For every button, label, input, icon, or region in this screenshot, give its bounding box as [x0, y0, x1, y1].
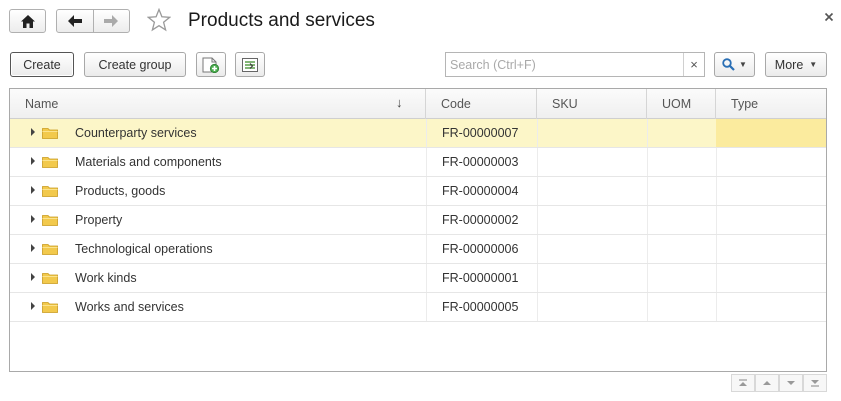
- cell-code: FR-00000006: [442, 242, 519, 256]
- expand-arrow-icon[interactable]: [30, 186, 36, 194]
- scroll-to-top-button[interactable]: [731, 374, 755, 392]
- folder-icon: [42, 186, 58, 197]
- scroll-to-bottom-button[interactable]: [803, 374, 827, 392]
- scroll-up-button[interactable]: [755, 374, 779, 392]
- folder-icon: [42, 215, 58, 226]
- cell-name: Works and services: [75, 300, 184, 314]
- star-icon: [146, 7, 172, 32]
- cell-type: [716, 235, 826, 263]
- search-clear-button[interactable]: ×: [683, 53, 704, 76]
- scroll-down-icon: [787, 381, 795, 385]
- search-icon: [722, 58, 735, 71]
- home-button[interactable]: [9, 9, 46, 33]
- arrow-left-icon: [67, 15, 82, 27]
- folder-icon: [42, 244, 58, 255]
- expand-arrow-icon[interactable]: [30, 244, 36, 252]
- table-row[interactable]: Work kinds FR-00000001: [10, 264, 826, 293]
- search-input[interactable]: [446, 53, 683, 76]
- cell-code: FR-00000002: [442, 213, 519, 227]
- history-navigation: [56, 9, 130, 33]
- list-settings-button[interactable]: [235, 52, 265, 77]
- add-folder-icon: [202, 57, 220, 73]
- cell-name: Counterparty services: [75, 126, 197, 140]
- add-to-favorites-button[interactable]: [146, 7, 172, 34]
- column-header-uom[interactable]: UOM: [647, 89, 716, 119]
- folder-icon: [42, 157, 58, 168]
- table-header: Name ↓ Code SKU UOM Type: [10, 89, 826, 119]
- cell-code: FR-00000004: [442, 184, 519, 198]
- chevron-down-icon: ▼: [809, 60, 818, 69]
- forward-button[interactable]: [92, 10, 129, 32]
- back-button[interactable]: [57, 10, 93, 32]
- column-header-type[interactable]: Type: [716, 89, 826, 119]
- cell-name: Products, goods: [75, 184, 166, 198]
- arrow-right-icon: [104, 15, 119, 27]
- column-name-label: Name: [25, 97, 59, 111]
- table-row[interactable]: Products, goods FR-00000004: [10, 177, 826, 206]
- cell-type: [716, 148, 826, 176]
- column-header-sku[interactable]: SKU: [537, 89, 647, 119]
- expand-arrow-icon[interactable]: [30, 215, 36, 223]
- create-group-button[interactable]: Create group: [84, 52, 186, 77]
- list-settings-icon: [242, 57, 258, 72]
- expand-arrow-icon[interactable]: [30, 302, 36, 310]
- more-button[interactable]: More ▼: [765, 52, 827, 77]
- close-icon: [824, 12, 834, 22]
- home-icon: [20, 14, 35, 28]
- cell-name: Work kinds: [75, 271, 137, 285]
- cell-type: [716, 177, 826, 205]
- cell-type: [716, 293, 826, 321]
- sort-descending-icon: ↓: [396, 95, 403, 110]
- cell-name: Property: [75, 213, 123, 227]
- page-title: Products and services: [188, 10, 375, 31]
- table-row[interactable]: Works and services FR-00000005: [10, 293, 826, 322]
- scroll-to-bottom-icon: [811, 380, 819, 387]
- create-folder-button[interactable]: [196, 52, 226, 77]
- chevron-down-icon: ▼: [739, 60, 747, 69]
- scroll-up-icon: [763, 381, 771, 385]
- scroll-down-button[interactable]: [779, 374, 803, 392]
- expand-arrow-icon[interactable]: [30, 128, 36, 136]
- column-header-name[interactable]: Name ↓: [10, 89, 426, 119]
- products-table[interactable]: Name ↓ Code SKU UOM Type Counterparty se…: [9, 88, 827, 372]
- table-row[interactable]: Counterparty services FR-00000007: [10, 119, 826, 148]
- cell-code: FR-00000003: [442, 155, 519, 169]
- create-button[interactable]: Create: [10, 52, 74, 77]
- expand-arrow-icon[interactable]: [30, 157, 36, 165]
- cell-code: FR-00000007: [442, 126, 519, 140]
- cell-type: [716, 264, 826, 292]
- table-row[interactable]: Technological operations FR-00000006: [10, 235, 826, 264]
- table-row[interactable]: Property FR-00000002: [10, 206, 826, 235]
- scroll-to-top-icon: [739, 379, 747, 386]
- cell-name: Technological operations: [75, 242, 213, 256]
- cell-code: FR-00000005: [442, 300, 519, 314]
- cell-type: [716, 206, 826, 234]
- search-options-button[interactable]: ▼: [714, 52, 755, 77]
- folder-icon: [42, 273, 58, 284]
- cell-type: [716, 119, 826, 147]
- more-label: More: [774, 57, 804, 72]
- search-field: ×: [445, 52, 705, 77]
- table-row[interactable]: Materials and components FR-00000003: [10, 148, 826, 177]
- cell-name: Materials and components: [75, 155, 222, 169]
- folder-icon: [42, 128, 58, 139]
- expand-arrow-icon[interactable]: [30, 273, 36, 281]
- folder-icon: [42, 302, 58, 313]
- close-button[interactable]: [822, 10, 836, 24]
- column-header-code[interactable]: Code: [426, 89, 537, 119]
- cell-code: FR-00000001: [442, 271, 519, 285]
